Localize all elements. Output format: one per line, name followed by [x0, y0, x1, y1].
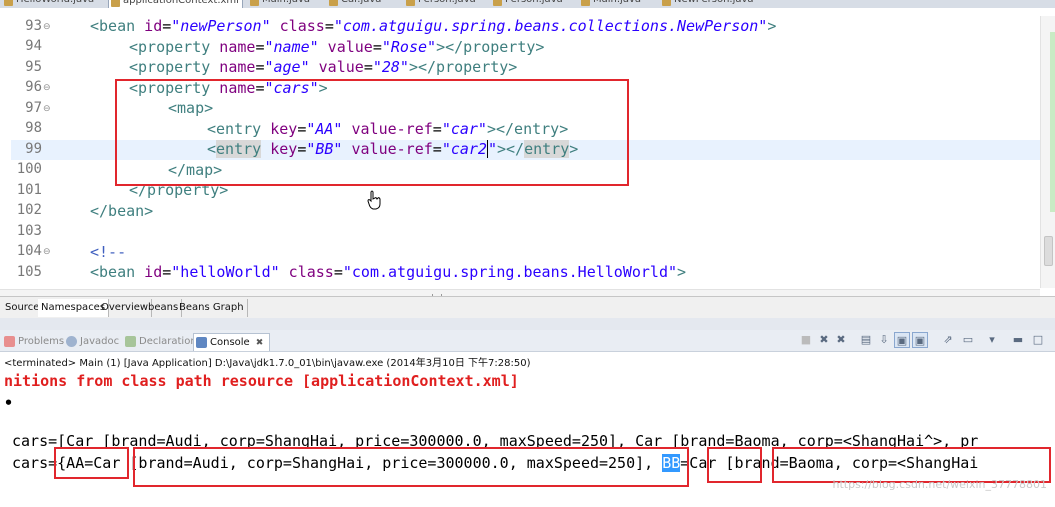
tab-beans-graph[interactable]: Beans Graph — [176, 299, 248, 317]
fold-collapse-icon[interactable]: ⊖ — [43, 247, 51, 257]
xml-editor[interactable]: 93 94 95 96 97 98 99 100 101 102 103 104… — [0, 8, 1055, 303]
tab-problems[interactable]: Problems — [2, 333, 64, 351]
declaration-icon — [125, 336, 136, 347]
view-separator — [0, 318, 1055, 330]
overview-ruler — [1050, 32, 1055, 212]
file-tab[interactable]: Car.java — [327, 0, 381, 8]
code-line-94[interactable]: <property name="name" value="Rose"></pro… — [129, 37, 544, 57]
code-line-102[interactable]: </bean> — [90, 201, 153, 221]
scroll-thumb[interactable] — [1044, 236, 1053, 266]
code-line-105[interactable]: <bean id="helloWorld" class="com.atguigu… — [90, 262, 686, 282]
show-on-stdout-icon[interactable]: ▣ — [894, 332, 910, 348]
file-tab[interactable]: Main.java — [248, 0, 310, 8]
annotation-box-aa — [54, 447, 129, 479]
code-line-95[interactable]: <property name="age" value="28"></proper… — [129, 57, 517, 77]
file-tab[interactable]: NewPerson.java — [660, 0, 754, 8]
fold-collapse-icon[interactable]: ⊖ — [43, 83, 51, 93]
line-number: 93 — [25, 18, 42, 34]
terminate-icon[interactable]: ■ — [798, 332, 814, 348]
hand-cursor-icon — [367, 190, 381, 210]
pin-console-icon[interactable]: ⇗ — [940, 332, 956, 348]
line-number: 105 — [16, 264, 42, 280]
tab-console[interactable]: Console ✖ — [193, 333, 271, 351]
console-toolbar: ■ ✖ ✖ ▤ ⇩ ▣ ▣ ⇗ ▭ ▾ ▬ □ — [790, 332, 1055, 350]
file-tab[interactable]: Person.java — [491, 0, 563, 8]
line-number: 95 — [25, 59, 42, 75]
annotation-box-car-audi — [133, 447, 689, 487]
scroll-lock-icon[interactable]: ⇩ — [876, 332, 892, 348]
remove-launch-icon[interactable]: ✖ — [816, 332, 832, 348]
console-icon — [196, 337, 207, 348]
code-line-93[interactable]: <bean id="newPerson" class="com.atguigu.… — [90, 16, 776, 36]
file-tab[interactable]: Main.java — [579, 0, 641, 8]
line-number: 97 — [25, 100, 42, 116]
javadoc-icon — [66, 336, 77, 347]
line-number: 101 — [16, 182, 42, 198]
file-tab-active[interactable]: applicationContext.xml — [108, 0, 243, 8]
display-console-icon[interactable]: ▭ — [960, 332, 976, 348]
editor-ruler — [0, 8, 11, 296]
line-number: 102 — [16, 202, 42, 218]
close-icon[interactable]: ✖ — [256, 338, 264, 348]
fold-collapse-icon[interactable]: ⊖ — [43, 104, 51, 114]
annotation-box-bb — [707, 447, 762, 483]
console-status: <terminated> Main (1) [Java Application]… — [4, 358, 531, 369]
line-number: 94 — [25, 38, 42, 54]
line-number: 96 — [25, 79, 42, 95]
line-number: 99 — [25, 141, 42, 157]
line-number: 103 — [16, 223, 42, 239]
line-number: 98 — [25, 120, 42, 136]
line-number: 100 — [16, 161, 42, 177]
tab-overview[interactable]: Overview — [98, 299, 153, 317]
fold-collapse-icon[interactable]: ⊖ — [43, 22, 51, 32]
xml-editor-tabs: Source Namespaces Overview beans Beans G… — [0, 296, 1055, 318]
console-line: nitions from class path resource [applic… — [4, 372, 519, 390]
minimize-icon[interactable]: ▬ — [1010, 332, 1026, 348]
problems-icon — [4, 336, 15, 347]
annotation-box-map — [115, 79, 629, 186]
tab-declaration[interactable]: Declaration — [123, 333, 197, 351]
file-tab[interactable]: HelloWorld.java — [2, 0, 94, 8]
code-line-104[interactable]: <!-- — [90, 242, 126, 262]
file-tab-bar: HelloWorld.java applicationContext.xml M… — [0, 0, 1055, 8]
file-tab[interactable]: Person.java — [404, 0, 476, 8]
line-number: 104 — [16, 243, 42, 259]
tab-javadoc[interactable]: Javadoc — [64, 333, 119, 351]
maximize-icon[interactable]: □ — [1030, 332, 1046, 348]
console-line: • — [4, 394, 14, 412]
remove-all-icon[interactable]: ✖ — [833, 332, 849, 348]
clear-console-icon[interactable]: ▤ — [858, 332, 874, 348]
watermark: https://blog.csdn.net/weixin_37778801 — [832, 478, 1047, 491]
show-on-stderr-icon[interactable]: ▣ — [912, 332, 928, 348]
open-console-icon[interactable]: ▾ — [984, 332, 1000, 348]
